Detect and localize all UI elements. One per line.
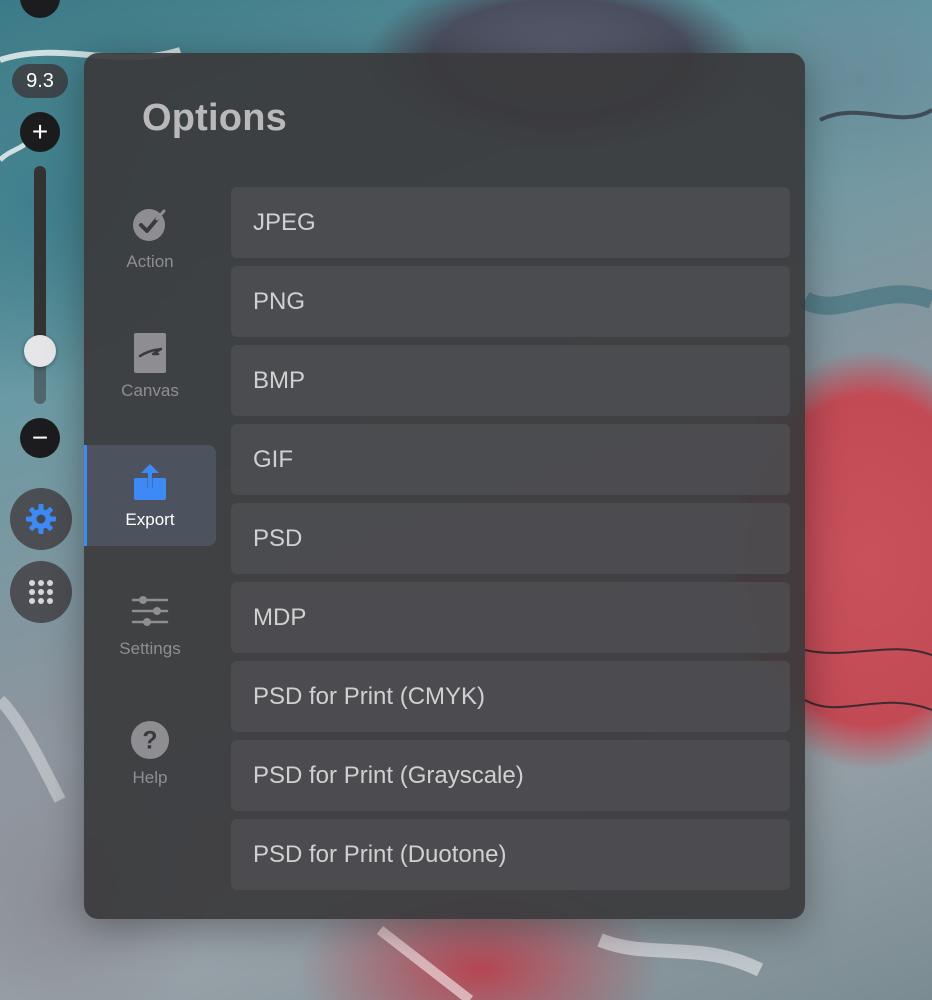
options-panel: Options Action Canvas Export Settings ? …: [84, 53, 805, 919]
brush-size-readout: 9.3: [12, 64, 68, 98]
minus-icon: −: [32, 0, 48, 12]
minus-icon: −: [31, 422, 49, 453]
canvas-icon: [130, 332, 170, 373]
nav-item-label: Canvas: [121, 380, 179, 400]
brush-size-slider-thumb[interactable]: [24, 335, 56, 367]
check-badge-icon: [130, 204, 170, 244]
export-icon: [130, 462, 170, 502]
nav-item-export[interactable]: Export: [84, 445, 216, 546]
question-icon: ?: [130, 720, 170, 760]
export-format-png[interactable]: PNG: [231, 266, 790, 337]
brush-size-increase-button[interactable]: +: [20, 112, 60, 152]
export-format-list: JPEG PNG BMP GIF PSD MDP PSD for Print (…: [231, 187, 790, 898]
panel-title: Options: [142, 97, 287, 139]
sliders-icon: [130, 591, 170, 631]
svg-text:?: ?: [142, 727, 157, 754]
export-format-bmp[interactable]: BMP: [231, 345, 790, 416]
export-format-gif[interactable]: GIF: [231, 424, 790, 495]
export-format-psd-grayscale[interactable]: PSD for Print (Grayscale): [231, 740, 790, 811]
brush-size-slider[interactable]: [34, 166, 46, 404]
nav-item-label: Action: [126, 251, 174, 271]
nav-item-label: Settings: [119, 638, 181, 658]
nav-item-action[interactable]: Action: [84, 187, 216, 288]
export-format-psd[interactable]: PSD: [231, 503, 790, 574]
brush-size-value: 9.3: [26, 69, 54, 92]
options-nav: Action Canvas Export Settings ? Help: [84, 187, 216, 832]
nav-item-canvas[interactable]: Canvas: [84, 316, 216, 417]
export-format-mdp[interactable]: MDP: [231, 582, 790, 653]
export-format-jpeg[interactable]: JPEG: [231, 187, 790, 258]
export-format-psd-duotone[interactable]: PSD for Print (Duotone): [231, 819, 790, 890]
gear-icon: [26, 504, 56, 534]
nav-item-label: Help: [132, 767, 168, 787]
brush-size-decrease-button[interactable]: −: [20, 418, 60, 458]
nav-item-help[interactable]: ? Help: [84, 703, 216, 804]
menu-grid-button[interactable]: [10, 561, 72, 623]
options-button[interactable]: [10, 488, 72, 550]
nav-item-label: Export: [125, 509, 175, 529]
plus-icon: +: [31, 116, 49, 147]
grid-dots-icon: [29, 580, 53, 604]
nav-item-settings[interactable]: Settings: [84, 574, 216, 675]
export-format-psd-cmyk[interactable]: PSD for Print (CMYK): [231, 661, 790, 732]
